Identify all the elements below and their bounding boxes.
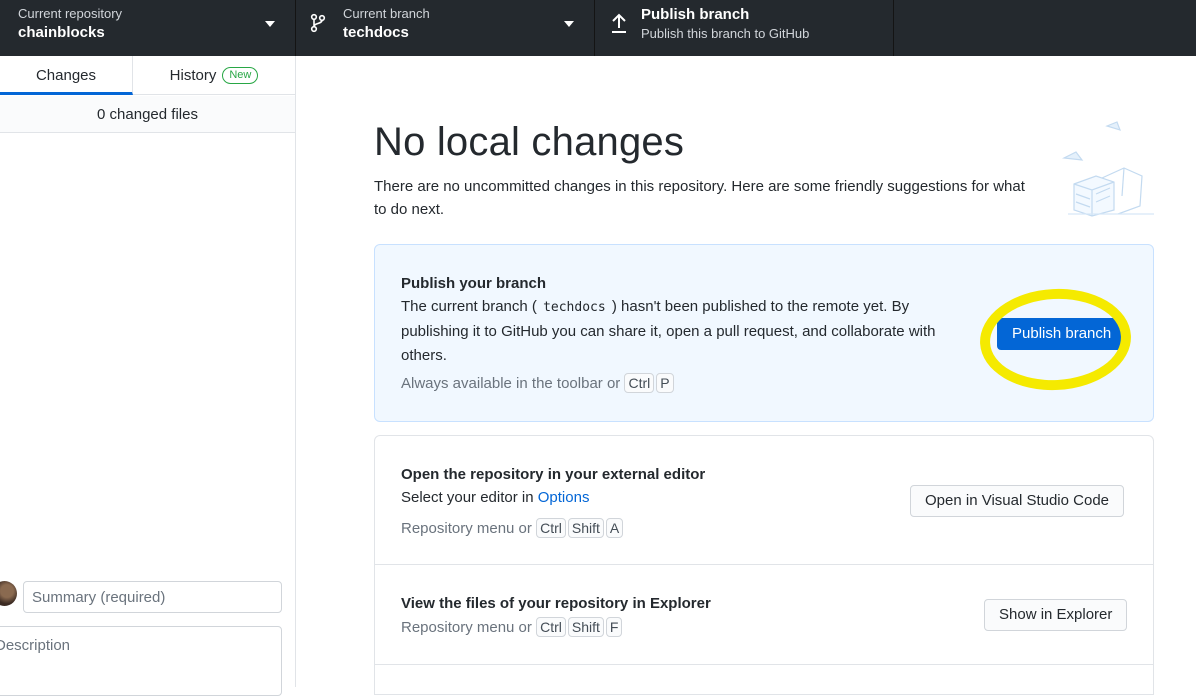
open-in-editor-button[interactable]: Open in Visual Studio Code <box>910 485 1125 517</box>
page-title: No local changes <box>374 120 685 164</box>
tab-changes-label: Changes <box>35 67 97 84</box>
changed-files-count: 0 changed files <box>0 96 295 133</box>
publish-card-body: The current branch ( techdocs ) hasn't b… <box>401 295 971 368</box>
sidebar-tabs: Changes History New <box>0 56 295 95</box>
repo-icon <box>0 10 4 22</box>
empty-state-illustration <box>1062 121 1154 217</box>
branch-name: techdocs <box>343 24 409 41</box>
explorer-card-hint-text: Repository menu or <box>401 619 532 636</box>
publish-card-title: Publish your branch <box>401 275 547 292</box>
suggestions-card-group: Open the repository in your external edi… <box>374 435 1154 695</box>
editor-card-body: Select your editor in Options <box>401 486 589 510</box>
branch-code: techdocs <box>543 300 606 315</box>
show-in-explorer-button[interactable]: Show in Explorer <box>984 599 1128 631</box>
chevron-down-icon <box>564 21 574 27</box>
kbd-shift: Shift <box>567 518 604 538</box>
avatar <box>0 581 17 606</box>
editor-card-hint: Repository menu or Ctrl Shift A <box>401 518 625 538</box>
page-subtitle: There are no uncommitted changes in this… <box>374 178 1025 218</box>
repository-selector[interactable]: Current repository chainblocks <box>0 0 296 56</box>
repository-name: chainblocks <box>18 24 105 41</box>
editor-card-hint-text: Repository menu or <box>401 520 532 537</box>
tab-changes[interactable]: Changes <box>0 56 133 95</box>
new-badge: New <box>222 67 259 84</box>
explorer-card-hint: Repository menu or Ctrl Shift F <box>401 617 624 637</box>
publish-branch-title: Publish branch <box>641 6 750 23</box>
card-divider <box>375 664 1153 665</box>
publish-branch-toolbar-button[interactable]: Publish branch Publish this branch to Gi… <box>595 0 894 56</box>
kbd-ctrl: Ctrl <box>624 373 655 393</box>
editor-card-title: Open the repository in your external edi… <box>401 466 706 483</box>
description-placeholder: Description <box>0 637 71 654</box>
card-divider <box>375 564 1153 565</box>
tab-history-label: History <box>169 67 217 84</box>
sidebar: Changes History New 0 changed files Descr… <box>0 56 296 696</box>
toolbar: Current repository chainblocks Current b… <box>0 0 1196 56</box>
main-panel: No local changes There are no uncommitte… <box>297 56 1196 695</box>
kbd-shift: Shift <box>567 617 604 637</box>
branch-label: Current branch <box>343 6 430 21</box>
kbd-ctrl: Ctrl <box>536 617 566 637</box>
description-field[interactable]: Description <box>0 626 282 696</box>
kbd-p: P <box>656 373 674 393</box>
kbd-ctrl: Ctrl <box>536 518 566 538</box>
git-branch-icon <box>310 13 326 33</box>
editor-card-body-prefix: Select your editor in <box>401 489 534 506</box>
repository-label: Current repository <box>18 6 123 21</box>
options-link[interactable]: Options <box>538 489 590 506</box>
publish-branch-subtitle: Publish this branch to GitHub <box>641 26 810 41</box>
publish-card-hint: Always available in the toolbar or Ctrl P <box>401 373 676 393</box>
upload-icon <box>612 13 626 33</box>
tab-history[interactable]: History New <box>133 56 295 95</box>
summary-input[interactable] <box>23 581 282 613</box>
branch-selector[interactable]: Current branch techdocs <box>296 0 595 56</box>
publish-card-hint-text: Always available in the toolbar or <box>401 375 621 392</box>
kbd-a: A <box>605 518 624 538</box>
explorer-card-title: View the files of your repository in Exp… <box>401 595 711 612</box>
chevron-down-icon <box>265 21 275 27</box>
kbd-f: F <box>605 617 623 637</box>
publish-card-body-prefix: The current branch ( <box>401 298 537 315</box>
